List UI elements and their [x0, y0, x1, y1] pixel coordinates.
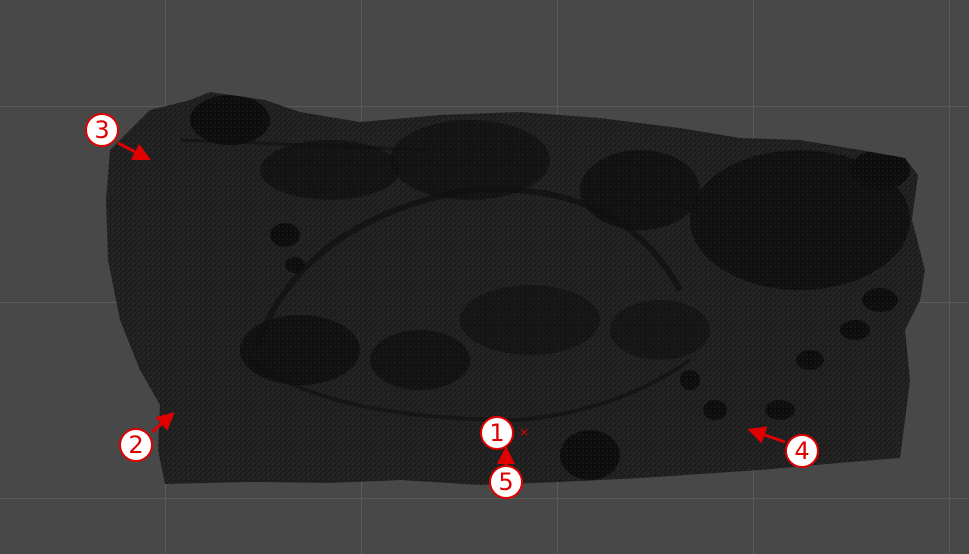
- scene-viewport[interactable]: × 1 2 3 4 5: [0, 0, 969, 554]
- marker-4: 4: [785, 434, 819, 468]
- marker-1: 1: [480, 416, 514, 450]
- marker-2: 2: [119, 428, 153, 462]
- terrain-mesh[interactable]: [0, 0, 969, 554]
- origin-cross-icon: ×: [519, 425, 530, 439]
- marker-5: 5: [489, 465, 523, 499]
- terrain-mesh-surface: [106, 92, 925, 485]
- marker-3: 3: [85, 113, 119, 147]
